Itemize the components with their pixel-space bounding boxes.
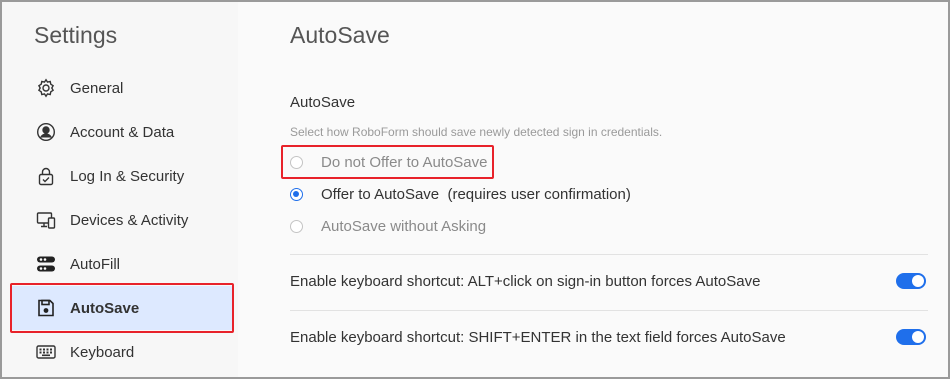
setting-alt-click-shortcut: Enable keyboard shortcut: ALT+click on s… xyxy=(290,269,926,293)
sidebar-item-autofill[interactable]: AutoFill xyxy=(10,242,234,286)
setting-label: Enable keyboard shortcut: ALT+click on s… xyxy=(290,272,761,290)
sidebar: Settings General Account & Data Log In &… xyxy=(2,2,238,377)
section-title: AutoSave xyxy=(290,94,356,111)
user-circle-icon xyxy=(35,121,57,143)
sidebar-item-label: AutoFill xyxy=(70,255,121,273)
sidebar-item-devices-activity[interactable]: Devices & Activity xyxy=(10,198,234,242)
radio-offer-autosave[interactable]: Offer to AutoSave (requires user confirm… xyxy=(290,181,631,207)
divider xyxy=(290,310,928,311)
sidebar-item-label: General xyxy=(70,79,124,97)
section-description: Select how RoboForm should save newly de… xyxy=(290,125,663,139)
sidebar-item-label: Keyboard xyxy=(70,343,135,361)
sidebar-item-label: Devices & Activity xyxy=(70,211,189,229)
sidebar-item-label: AutoSave xyxy=(70,299,140,317)
keyboard-icon xyxy=(35,341,57,363)
radio-label: Do not Offer to AutoSave xyxy=(321,153,488,171)
devices-icon xyxy=(35,209,57,231)
divider xyxy=(290,254,928,255)
radio-do-not-offer[interactable]: Do not Offer to AutoSave xyxy=(281,145,493,179)
radio-button[interactable] xyxy=(290,155,303,169)
radio-button[interactable] xyxy=(290,219,303,233)
toggle-shift-enter-shortcut[interactable] xyxy=(896,329,926,345)
floppy-disk-icon xyxy=(35,297,57,319)
setting-shift-enter-shortcut: Enable keyboard shortcut: SHIFT+ENTER in… xyxy=(290,325,926,349)
gear-icon xyxy=(35,77,57,99)
sidebar-nav: General Account & Data Log In & Security… xyxy=(10,66,234,374)
sidebar-item-account-data[interactable]: Account & Data xyxy=(10,110,234,154)
lock-check-icon xyxy=(35,165,57,187)
radio-button[interactable] xyxy=(290,187,303,201)
setting-label: Enable keyboard shortcut: SHIFT+ENTER in… xyxy=(290,328,786,346)
sidebar-title: Settings xyxy=(34,22,118,48)
radio-autosave-without-asking[interactable]: AutoSave without Asking xyxy=(290,213,486,239)
radio-label: AutoSave without Asking xyxy=(321,217,487,235)
radio-label: Offer to AutoSave (requires user confirm… xyxy=(321,185,631,203)
sidebar-item-login-security[interactable]: Log In & Security xyxy=(10,154,234,198)
sidebar-item-keyboard[interactable]: Keyboard xyxy=(10,330,234,374)
autofill-icon xyxy=(35,253,57,275)
sidebar-item-autosave[interactable]: AutoSave xyxy=(10,283,234,333)
page-title: AutoSave xyxy=(290,22,390,48)
sidebar-item-general[interactable]: General xyxy=(10,66,234,110)
toggle-alt-click-shortcut[interactable] xyxy=(896,273,926,289)
main-panel: AutoSave AutoSave Select how RoboForm sh… xyxy=(238,2,948,377)
sidebar-item-label: Log In & Security xyxy=(70,167,185,185)
sidebar-item-label: Account & Data xyxy=(70,123,175,141)
